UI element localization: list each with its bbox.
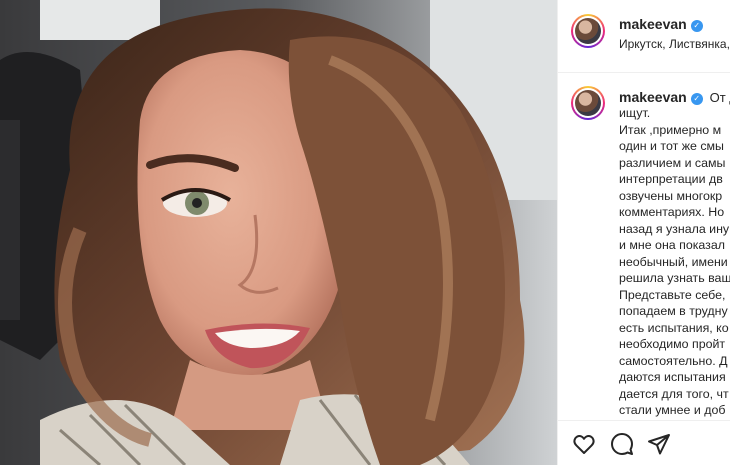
- caption-line: необходимо пройт: [619, 337, 726, 351]
- author-username-text[interactable]: makeevan: [619, 16, 687, 32]
- caption-line: интерпретации дв: [619, 172, 723, 186]
- caption-line: озвучены многокр: [619, 188, 723, 203]
- caption-line: Итак ,примерно м: [619, 122, 722, 137]
- caption-line: назад я узнала ину: [619, 221, 730, 236]
- heart-icon[interactable]: [572, 432, 598, 458]
- caption-line: попадаем в трудну: [619, 304, 728, 318]
- comment-icon[interactable]: [610, 432, 636, 458]
- caption-avatar[interactable]: [571, 86, 605, 120]
- post-details-panel: makeevan ✓ Иркутск, Листвянка, С makeevan…: [557, 0, 730, 465]
- caption-line: Представьте себе,: [619, 287, 726, 302]
- avatar[interactable]: [571, 14, 605, 48]
- caption-line: необычный, имени: [619, 254, 728, 269]
- caption-first-line: От до: [709, 90, 730, 105]
- author-username[interactable]: makeevan ✓: [619, 16, 703, 32]
- caption-line: и мне она показал: [619, 238, 725, 252]
- caption-line: есть испытания, ко: [619, 320, 729, 335]
- caption-line: комментариях. Но: [619, 205, 725, 219]
- caption-line: стали умнее и доб: [619, 403, 726, 417]
- caption-line: дается для того, чт: [619, 386, 729, 401]
- caption-line: даются испытания: [619, 370, 726, 384]
- caption-text: ищут. Итак ,примерно м один и тот же смы…: [619, 105, 730, 419]
- caption-username[interactable]: makeevan✓ От до: [619, 89, 730, 105]
- verified-badge-icon: ✓: [690, 93, 703, 105]
- caption-line: один и тот же смы: [619, 139, 724, 153]
- caption-line: самостоятельно. Д: [619, 353, 728, 368]
- post-header: makeevan ✓ Иркутск, Листвянка, С: [558, 0, 730, 73]
- verified-badge-icon: ✓: [690, 20, 703, 32]
- caption-line: решила узнать ваш: [619, 271, 730, 285]
- post-actions-bar: [558, 420, 730, 465]
- share-icon[interactable]: [647, 432, 673, 458]
- caption-username-text[interactable]: makeevan: [619, 89, 687, 105]
- selfie-photo: [0, 0, 557, 465]
- post-location[interactable]: Иркутск, Листвянка, С: [619, 37, 730, 51]
- caption-line: ищут.: [619, 106, 651, 120]
- caption-line: различием и самы: [619, 155, 726, 170]
- post-photo[interactable]: [0, 0, 557, 465]
